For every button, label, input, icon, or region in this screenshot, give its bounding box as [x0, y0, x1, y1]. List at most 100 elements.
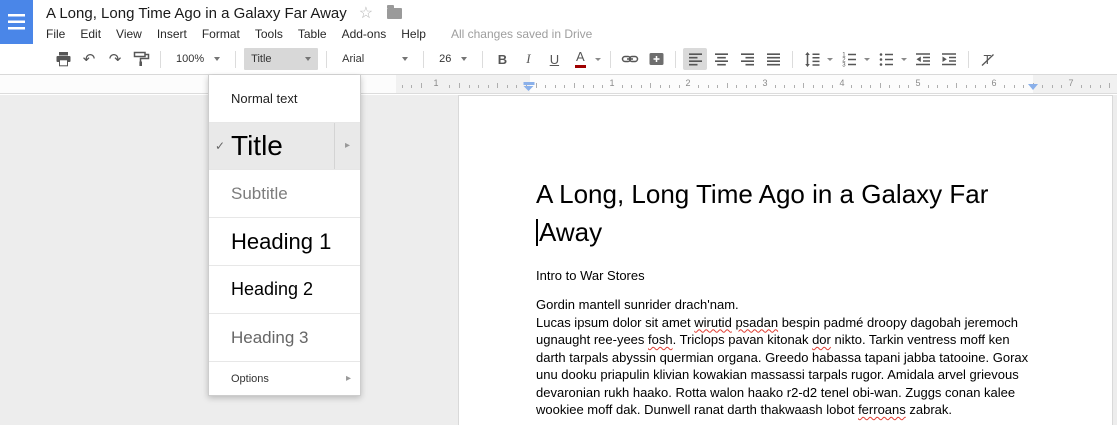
left-indent-triangle-icon[interactable]	[524, 86, 534, 91]
toolbar-separator	[160, 51, 161, 68]
docs-home-button[interactable]	[0, 0, 33, 44]
right-indent-marker[interactable]	[1028, 84, 1038, 90]
italic-button[interactable]: I	[516, 48, 540, 70]
justify-button[interactable]	[761, 48, 785, 70]
toolbar-separator	[675, 51, 676, 68]
ruler-left-margin-shade	[396, 75, 530, 93]
style-menu-item-normal[interactable]: Normal text	[209, 75, 360, 122]
align-left-button[interactable]	[683, 48, 707, 70]
font-value: Arial	[342, 53, 364, 65]
insert-comment-button[interactable]	[644, 48, 668, 70]
toolbar-separator	[792, 51, 793, 68]
doc-title-line2: Away	[539, 217, 602, 247]
doc-subheading-text: Intro to War Stores	[536, 268, 1044, 283]
bulleted-list-dropdown-arrow[interactable]	[901, 58, 907, 61]
style-value: Title	[251, 53, 271, 65]
style-menu-item-h2[interactable]: Heading 2	[209, 265, 360, 313]
bold-icon: B	[498, 52, 507, 67]
clear-formatting-button[interactable]: T	[976, 48, 1000, 70]
decrease-indent-button[interactable]	[911, 48, 935, 70]
body-text: Gordin mantell sunrider drach'nam. Lucas…	[536, 296, 1035, 419]
paint-format-button[interactable]	[129, 48, 153, 70]
misspelled-word: psadan	[735, 315, 778, 330]
align-right-button[interactable]	[735, 48, 759, 70]
line-spacing-button[interactable]	[800, 48, 824, 70]
menu-file[interactable]: File	[46, 27, 65, 41]
bold-button[interactable]: B	[490, 48, 514, 70]
link-icon	[621, 51, 639, 67]
document-title[interactable]: A Long, Long Time Ago in a Galaxy Far Aw…	[46, 5, 347, 22]
menu-table[interactable]: Table	[298, 27, 327, 41]
style-menu-item-label: Title	[231, 130, 283, 162]
style-menu-item-title[interactable]: ✓Title▸	[209, 122, 360, 169]
justify-icon	[766, 52, 781, 67]
align-center-button[interactable]	[709, 48, 733, 70]
line-spacing-icon	[804, 52, 820, 67]
toolbar: ↶ ↷ 100% Title Arial 26	[0, 44, 1117, 75]
menu-add-ons[interactable]: Add-ons	[342, 27, 387, 41]
underline-button[interactable]: U	[542, 48, 566, 70]
google-docs-window: A Long, Long Time Ago in a Galaxy Far Aw…	[0, 0, 1117, 425]
font-size-value: 26	[439, 53, 451, 65]
left-indent-marker[interactable]	[524, 82, 535, 91]
printer-icon	[55, 51, 72, 67]
body-text-segment: zabrak.	[906, 402, 952, 417]
toolbar-separator	[610, 51, 611, 68]
font-size-select[interactable]: 26	[432, 48, 474, 70]
menu-tools[interactable]: Tools	[255, 27, 283, 41]
text-color-dropdown-arrow[interactable]	[595, 58, 601, 61]
checkmark-icon: ✓	[215, 139, 225, 153]
first-line-indent-icon[interactable]	[524, 82, 535, 85]
font-select[interactable]: Arial	[335, 48, 415, 70]
ruler-right-margin-shade	[1033, 75, 1117, 93]
clear-formatting-icon: T	[980, 52, 996, 67]
undo-button[interactable]: ↶	[77, 48, 101, 70]
page-content: A Long, Long Time Ago in a Galaxy Far Aw…	[459, 96, 1044, 419]
doc-title-text: A Long, Long Time Ago in a Galaxy Far Aw…	[536, 175, 1044, 251]
numbered-list-icon: 1 2 3	[841, 52, 857, 67]
insert-link-button[interactable]	[618, 48, 642, 70]
docs-logo-icon	[8, 14, 25, 30]
style-menu-item-label: Subtitle	[231, 184, 288, 204]
paragraph-style-select[interactable]: Title	[244, 48, 318, 70]
star-icon[interactable]: ☆	[359, 6, 373, 22]
menu-edit[interactable]: Edit	[80, 27, 101, 41]
bulleted-list-icon	[878, 52, 894, 67]
bulleted-list-button[interactable]	[874, 48, 898, 70]
paint-roller-icon	[133, 51, 150, 67]
increase-indent-button[interactable]	[937, 48, 961, 70]
text-color-icon: A	[575, 50, 586, 67]
menu-help[interactable]: Help	[401, 27, 426, 41]
text-color-button[interactable]: A	[568, 48, 592, 70]
chevron-down-icon	[305, 57, 311, 61]
underline-icon: U	[550, 52, 559, 67]
ruler: 11234567	[0, 75, 1117, 94]
misspelled-word: dor	[812, 332, 831, 347]
folder-icon[interactable]	[387, 8, 402, 19]
zoom-value: 100%	[176, 53, 204, 65]
redo-button[interactable]: ↷	[103, 48, 127, 70]
print-button[interactable]	[51, 48, 75, 70]
style-menu-item-h3[interactable]: Heading 3	[209, 313, 360, 361]
document-page[interactable]: A Long, Long Time Ago in a Galaxy Far Aw…	[458, 95, 1113, 425]
numbered-list-button[interactable]: 1 2 3	[837, 48, 861, 70]
line-spacing-dropdown-arrow[interactable]	[827, 58, 833, 61]
zoom-select[interactable]: 100%	[169, 48, 227, 70]
comment-icon	[649, 52, 664, 66]
numbered-list-dropdown-arrow[interactable]	[864, 58, 870, 61]
menu-bar: File Edit View Insert Format Tools Table Add-on…	[46, 27, 592, 41]
chevron-down-icon	[402, 57, 408, 61]
menu-insert[interactable]: Insert	[157, 27, 187, 41]
style-menu-item-subtitle[interactable]: Subtitle	[209, 169, 360, 217]
title-row: A Long, Long Time Ago in a Galaxy Far Aw…	[46, 5, 402, 22]
menu-view[interactable]: View	[116, 27, 142, 41]
italic-icon: I	[526, 51, 530, 67]
style-menu-item-options[interactable]: Options▸	[209, 361, 360, 395]
undo-icon: ↶	[83, 52, 96, 67]
header: A Long, Long Time Ago in a Galaxy Far Aw…	[0, 0, 1117, 44]
document-canvas: A Long, Long Time Ago in a Galaxy Far Aw…	[0, 95, 1117, 425]
style-menu-item-h1[interactable]: Heading 1	[209, 217, 360, 265]
menu-format[interactable]: Format	[202, 27, 240, 41]
indent-icon	[941, 52, 957, 67]
paragraph-styles-menu: Normal text✓Title▸SubtitleHeading 1Headi…	[208, 75, 361, 396]
